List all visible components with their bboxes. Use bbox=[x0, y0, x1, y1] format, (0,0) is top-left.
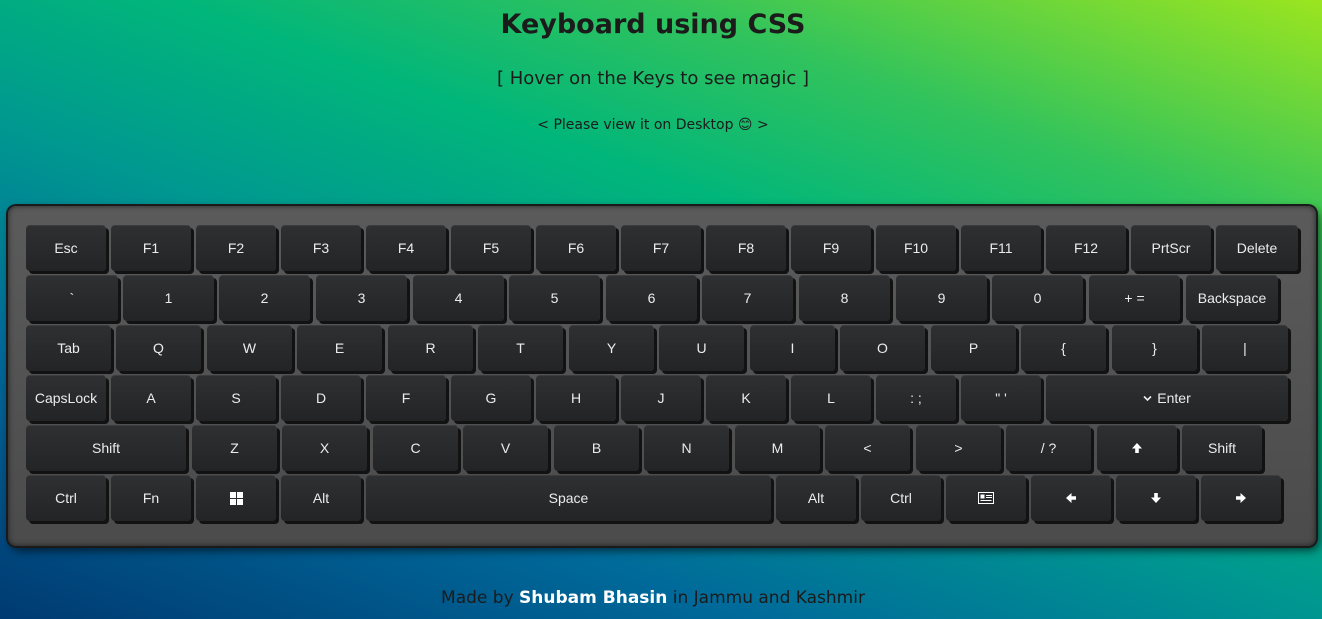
key-g[interactable]: G bbox=[451, 375, 531, 421]
key-left-brace[interactable]: { bbox=[1021, 325, 1106, 371]
key-backtick[interactable]: ` bbox=[26, 275, 118, 321]
key-r[interactable]: R bbox=[388, 325, 473, 371]
key-0[interactable]: 0 bbox=[992, 275, 1083, 321]
key-8[interactable]: 8 bbox=[799, 275, 890, 321]
key-7[interactable]: 7 bbox=[702, 275, 793, 321]
key-right-brace[interactable]: } bbox=[1112, 325, 1197, 371]
key-y[interactable]: Y bbox=[569, 325, 654, 371]
key-1[interactable]: 1 bbox=[123, 275, 214, 321]
key-s[interactable]: S bbox=[196, 375, 276, 421]
key-colon[interactable]: : ; bbox=[876, 375, 956, 421]
key-enter[interactable]: Enter bbox=[1046, 375, 1288, 421]
arrow-down-icon bbox=[1150, 492, 1162, 504]
key-ctrl-right[interactable]: Ctrl bbox=[861, 475, 941, 521]
key-slash[interactable]: / ? bbox=[1006, 425, 1091, 471]
key-j[interactable]: J bbox=[621, 375, 701, 421]
key-arrow-left[interactable] bbox=[1031, 475, 1111, 521]
key-n[interactable]: N bbox=[644, 425, 729, 471]
key-f6[interactable]: F6 bbox=[536, 225, 616, 271]
key-menu[interactable] bbox=[946, 475, 1026, 521]
key-pipe[interactable]: | bbox=[1202, 325, 1288, 371]
note-suffix: > bbox=[752, 117, 769, 133]
context-menu-icon bbox=[978, 492, 994, 504]
key-t[interactable]: T bbox=[478, 325, 563, 371]
key-m[interactable]: M bbox=[735, 425, 820, 471]
key-f12[interactable]: F12 bbox=[1046, 225, 1126, 271]
key-esc[interactable]: Esc bbox=[26, 225, 106, 271]
key-i[interactable]: I bbox=[750, 325, 835, 371]
key-6[interactable]: 6 bbox=[606, 275, 697, 321]
key-3[interactable]: 3 bbox=[316, 275, 407, 321]
key-d[interactable]: D bbox=[281, 375, 361, 421]
key-tab[interactable]: Tab bbox=[26, 325, 111, 371]
key-9[interactable]: 9 bbox=[896, 275, 987, 321]
key-quote[interactable]: " ' bbox=[961, 375, 1041, 421]
key-z[interactable]: Z bbox=[192, 425, 277, 471]
note-prefix: < Please view it on Desktop bbox=[537, 117, 738, 133]
key-arrow-right[interactable] bbox=[1201, 475, 1281, 521]
key-h[interactable]: H bbox=[536, 375, 616, 421]
page-subtitle: [ Hover on the Keys to see magic ] bbox=[497, 68, 809, 89]
arrow-up-icon bbox=[1131, 442, 1143, 454]
key-enter-label: Enter bbox=[1157, 390, 1191, 406]
key-b[interactable]: B bbox=[554, 425, 639, 471]
key-shift-left[interactable]: Shift bbox=[26, 425, 186, 471]
key-greater-than[interactable]: > bbox=[916, 425, 1001, 471]
key-ctrl-left[interactable]: Ctrl bbox=[26, 475, 106, 521]
arrow-right-icon bbox=[1235, 492, 1247, 504]
key-f7[interactable]: F7 bbox=[621, 225, 701, 271]
key-4[interactable]: 4 bbox=[413, 275, 504, 321]
key-fn[interactable]: Fn bbox=[111, 475, 191, 521]
key-alt-right[interactable]: Alt bbox=[776, 475, 856, 521]
key-o[interactable]: O bbox=[840, 325, 925, 371]
arrow-left-icon bbox=[1065, 492, 1077, 504]
key-a[interactable]: A bbox=[111, 375, 191, 421]
key-f11[interactable]: F11 bbox=[961, 225, 1041, 271]
key-f4[interactable]: F4 bbox=[366, 225, 446, 271]
key-u[interactable]: U bbox=[659, 325, 744, 371]
key-l[interactable]: L bbox=[791, 375, 871, 421]
key-f[interactable]: F bbox=[366, 375, 446, 421]
key-5[interactable]: 5 bbox=[509, 275, 600, 321]
key-c[interactable]: C bbox=[373, 425, 458, 471]
chevron-down-icon bbox=[1143, 395, 1152, 402]
key-f9[interactable]: F9 bbox=[791, 225, 871, 271]
key-space[interactable]: Space bbox=[366, 475, 771, 521]
key-x[interactable]: X bbox=[282, 425, 367, 471]
desktop-note: < Please view it on Desktop 😊 > bbox=[0, 117, 1306, 133]
key-capslock[interactable]: CapsLock bbox=[26, 375, 106, 421]
page-title: Keyboard using CSS bbox=[500, 9, 806, 40]
key-f10[interactable]: F10 bbox=[876, 225, 956, 271]
key-f1[interactable]: F1 bbox=[111, 225, 191, 271]
key-2[interactable]: 2 bbox=[219, 275, 310, 321]
key-f5[interactable]: F5 bbox=[451, 225, 531, 271]
key-f8[interactable]: F8 bbox=[706, 225, 786, 271]
key-windows[interactable] bbox=[196, 475, 276, 521]
key-shift-right[interactable]: Shift bbox=[1182, 425, 1262, 471]
key-delete[interactable]: Delete bbox=[1216, 225, 1298, 271]
key-prtscr[interactable]: PrtScr bbox=[1131, 225, 1211, 271]
key-backspace[interactable]: Backspace bbox=[1186, 275, 1278, 321]
footer-prefix: Made by bbox=[441, 588, 520, 608]
key-q[interactable]: Q bbox=[116, 325, 201, 371]
key-alt-left[interactable]: Alt bbox=[281, 475, 361, 521]
key-arrow-down[interactable] bbox=[1116, 475, 1196, 521]
keyboard: Esc F1 F2 F3 F4 F5 F6 F7 F8 F9 F10 F11 F… bbox=[8, 206, 1316, 546]
key-w[interactable]: W bbox=[207, 325, 292, 371]
key-less-than[interactable]: < bbox=[825, 425, 910, 471]
key-plus-equal[interactable]: + = bbox=[1089, 275, 1180, 321]
footer-suffix: in Jammu and Kashmir bbox=[667, 588, 865, 608]
key-f3[interactable]: F3 bbox=[281, 225, 361, 271]
windows-icon bbox=[229, 491, 243, 505]
key-v[interactable]: V bbox=[463, 425, 548, 471]
footer-credit: Made by Shubam Bhasin in Jammu and Kashm… bbox=[0, 588, 1306, 608]
author-link[interactable]: Shubam Bhasin bbox=[519, 588, 667, 608]
key-p[interactable]: P bbox=[931, 325, 1016, 371]
key-e[interactable]: E bbox=[297, 325, 382, 371]
key-f2[interactable]: F2 bbox=[196, 225, 276, 271]
key-k[interactable]: K bbox=[706, 375, 786, 421]
key-arrow-up[interactable] bbox=[1097, 425, 1177, 471]
smile-emoji-icon: 😊 bbox=[737, 117, 753, 133]
